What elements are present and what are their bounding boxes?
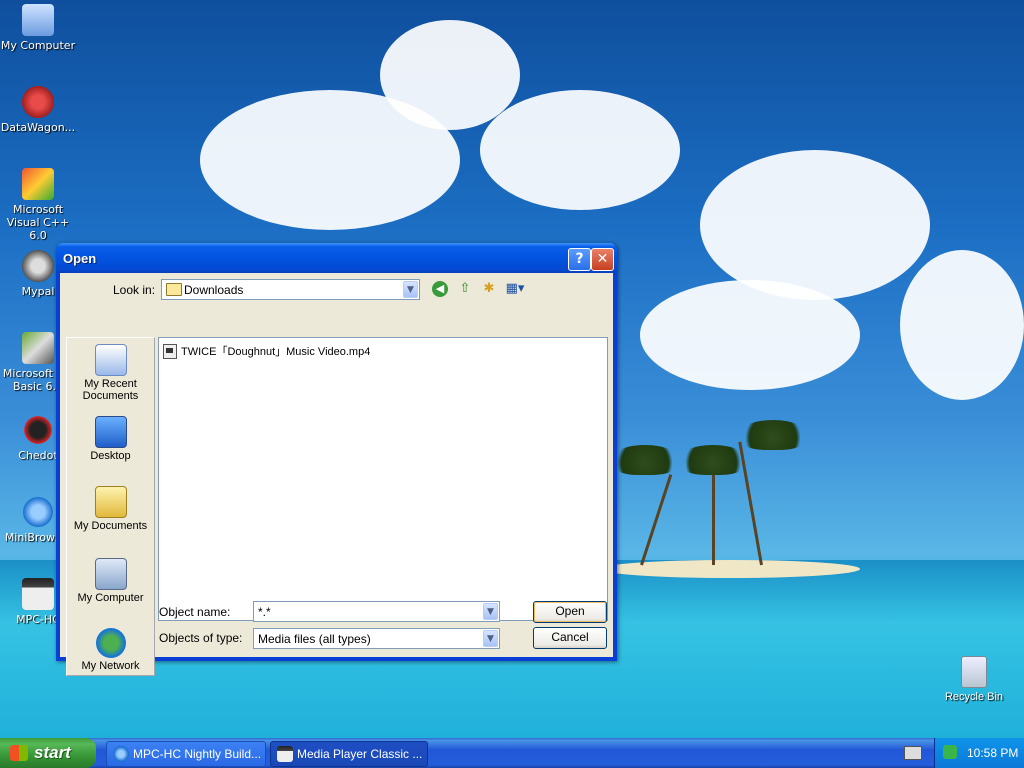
place-desktop[interactable]: Desktop <box>67 416 154 462</box>
folder-icon <box>166 283 182 296</box>
objects-of-type-select[interactable]: Media files (all types) ▼ <box>253 628 500 649</box>
recent-documents-icon <box>94 344 127 376</box>
clock[interactable]: 10:58 PM <box>967 746 1018 760</box>
keyboard-icon[interactable] <box>904 746 922 760</box>
mpc-hc-icon <box>22 578 54 610</box>
close-icon: ✕ <box>596 251 609 267</box>
places-bar: My Recent Documents Desktop My Documents… <box>66 337 155 676</box>
place-my-network[interactable]: My Network <box>67 628 154 672</box>
taskbar-item-label: MPC-HC Nightly Build... <box>133 747 262 761</box>
desktop-icon-my-computer[interactable]: My Computer <box>0 4 76 52</box>
wallpaper-palm <box>712 470 715 565</box>
system-tray: 10:58 PM <box>934 738 1024 768</box>
up-folder-icon[interactable]: ⇧ <box>456 280 474 298</box>
cancel-button[interactable]: Cancel <box>533 627 607 649</box>
wallpaper-palm-leaves <box>678 445 748 475</box>
wallpaper-palm-leaves <box>738 420 808 450</box>
open-button[interactable]: Open <box>533 601 607 623</box>
place-label: My Recent Documents <box>82 378 139 402</box>
wallpaper-cloud <box>700 150 930 300</box>
dialog-title: Open <box>63 251 97 266</box>
place-label: Desktop <box>90 450 131 462</box>
wallpaper-cloud <box>480 90 680 210</box>
computer-icon <box>94 558 127 590</box>
visual-cpp-icon <box>22 168 54 200</box>
wallpaper-palm <box>738 441 763 566</box>
object-name-value: *.* <box>258 605 271 619</box>
wallpaper-cloud <box>640 280 860 390</box>
taskbar-item-label: Media Player Classic ... <box>297 747 423 761</box>
open-dialog: Open ? ✕ Look in: Downloads ▼ ◀ ⇧ ✱ ▦▾ M… <box>56 243 617 676</box>
windows-logo-icon <box>10 745 28 761</box>
taskbar: start MPC-HC Nightly Build... Media Play… <box>0 738 1024 768</box>
objects-of-type-value: Media files (all types) <box>258 632 371 646</box>
file-name: TWICE「Doughnut」Music Video.mp4 <box>181 346 371 358</box>
taskbar-item-mpc-hc-nightly[interactable]: MPC-HC Nightly Build... <box>106 741 266 767</box>
place-label: My Computer <box>77 592 144 604</box>
desktop-icon-visual-cpp[interactable]: Microsoft Visual C++ 6.0 <box>0 168 76 242</box>
wallpaper-palm-leaves <box>610 445 680 475</box>
place-my-recent-documents[interactable]: My Recent Documents <box>67 344 154 402</box>
mpc-hc-icon <box>277 746 293 762</box>
datawagon-icon <box>22 86 54 118</box>
chevron-down-icon[interactable]: ▼ <box>483 603 498 620</box>
minibrowser-icon <box>113 746 129 762</box>
chevron-down-icon[interactable]: ▼ <box>483 630 498 647</box>
list-item[interactable]: TWICE「Doughnut」Music Video.mp4 <box>163 343 370 359</box>
place-my-documents[interactable]: My Documents <box>67 486 154 532</box>
desktop-icon-datawagon[interactable]: DataWagon... <box>0 86 76 134</box>
desktop-icon-label: DataWagon... <box>0 121 76 134</box>
desktop-icon-recycle-bin[interactable]: Recycle Bin <box>942 656 1006 703</box>
wallpaper-cloud <box>900 250 1024 400</box>
wallpaper-island <box>600 560 860 578</box>
file-list[interactable]: TWICE「Doughnut」Music Video.mp4 <box>158 337 608 621</box>
objects-of-type-label: Objects of type: <box>159 631 243 645</box>
video-file-icon <box>163 343 177 359</box>
object-name-label: Object name: <box>159 605 231 619</box>
network-icon <box>95 628 126 658</box>
dialog-titlebar[interactable]: Open ? ✕ <box>56 243 617 273</box>
close-button[interactable]: ✕ <box>591 248 614 271</box>
my-documents-icon <box>94 486 127 518</box>
new-folder-icon[interactable]: ✱ <box>480 280 498 298</box>
desktop-icon <box>94 416 127 448</box>
mypal-icon <box>22 250 54 282</box>
computer-icon <box>22 4 54 36</box>
chedot-icon <box>22 414 54 446</box>
look-in-label: Look in: <box>113 283 156 297</box>
view-menu-icon[interactable]: ▦▾ <box>504 280 526 298</box>
place-label: My Documents <box>73 520 148 532</box>
start-button[interactable]: start <box>0 738 96 768</box>
desktop-icon-label: My Computer <box>0 39 76 52</box>
help-icon: ? <box>575 251 584 267</box>
desktop-icon-label: Microsoft Visual C++ 6.0 <box>6 203 70 242</box>
visual-basic-icon <box>22 332 54 364</box>
dialog-client-area: Look in: Downloads ▼ ◀ ⇧ ✱ ▦▾ My Recent … <box>60 273 613 676</box>
desktop-icon-label: Recycle Bin <box>944 691 1004 703</box>
wallpaper-palm <box>640 474 673 566</box>
look-in-value: Downloads <box>184 283 244 297</box>
back-icon[interactable]: ◀ <box>432 281 448 297</box>
taskbar-item-media-player-classic[interactable]: Media Player Classic ... <box>270 741 428 767</box>
help-button[interactable]: ? <box>568 248 591 271</box>
chevron-down-icon[interactable]: ▼ <box>403 281 418 298</box>
minibrowser-icon <box>22 496 54 528</box>
look-in-combo[interactable]: Downloads ▼ <box>161 279 420 300</box>
place-label: My Network <box>81 660 140 672</box>
recycle-bin-icon <box>961 656 987 688</box>
object-name-field[interactable]: *.* ▼ <box>253 601 500 622</box>
start-label: start <box>34 743 71 762</box>
place-my-computer[interactable]: My Computer <box>67 558 154 604</box>
safely-remove-hardware-icon[interactable] <box>943 745 957 759</box>
